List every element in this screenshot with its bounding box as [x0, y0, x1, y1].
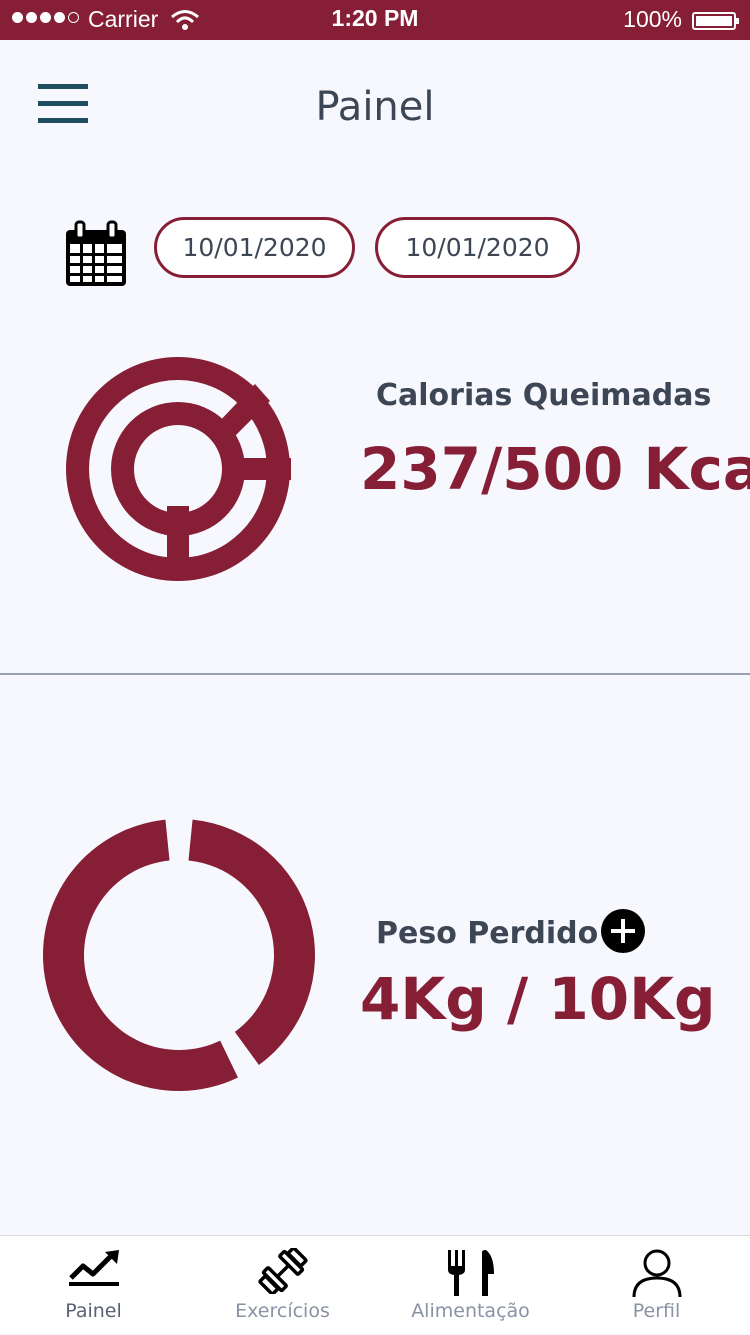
tab-label: Perfil: [632, 1300, 681, 1322]
calories-label: Calorias Queimadas: [376, 378, 712, 413]
calories-target-icon: [66, 357, 291, 581]
user-icon: [632, 1249, 681, 1298]
tab-label: Alimentação: [411, 1300, 530, 1322]
trend-chart-icon: [68, 1250, 119, 1286]
battery-percentage: 100%: [623, 6, 682, 32]
section-divider: [0, 673, 750, 675]
tab-label: Exercícios: [235, 1300, 330, 1322]
page-title: Painel: [315, 84, 435, 130]
weight-label: Peso Perdido: [376, 916, 599, 951]
fork-knife-icon: [447, 1250, 494, 1296]
calories-value: 237/500 Kcal: [360, 435, 750, 503]
status-bar: Carrier 1:20 PM 100%: [0, 0, 750, 40]
bottom-tab-bar: Painel Exercícios Alimentação Perfil: [0, 1235, 750, 1334]
tab-exercicios[interactable]: Exercícios: [189, 1236, 376, 1335]
calendar-icon[interactable]: [64, 220, 128, 288]
date-to-field[interactable]: 10/01/2020: [375, 217, 580, 278]
tab-perfil[interactable]: Perfil: [563, 1236, 750, 1335]
tab-label: Painel: [65, 1300, 122, 1322]
weight-value: 4Kg / 10Kg: [360, 965, 716, 1033]
tab-alimentacao[interactable]: Alimentação: [377, 1236, 564, 1335]
ring-segment: [188, 819, 315, 1066]
plus-circle-icon[interactable]: [600, 908, 646, 954]
date-from-field[interactable]: 10/01/2020: [154, 217, 355, 278]
weight-progress-ring: [43, 819, 315, 1091]
battery-icon: [692, 12, 739, 30]
dumbbell-icon: [257, 1248, 308, 1294]
tab-painel[interactable]: Painel: [0, 1236, 187, 1335]
